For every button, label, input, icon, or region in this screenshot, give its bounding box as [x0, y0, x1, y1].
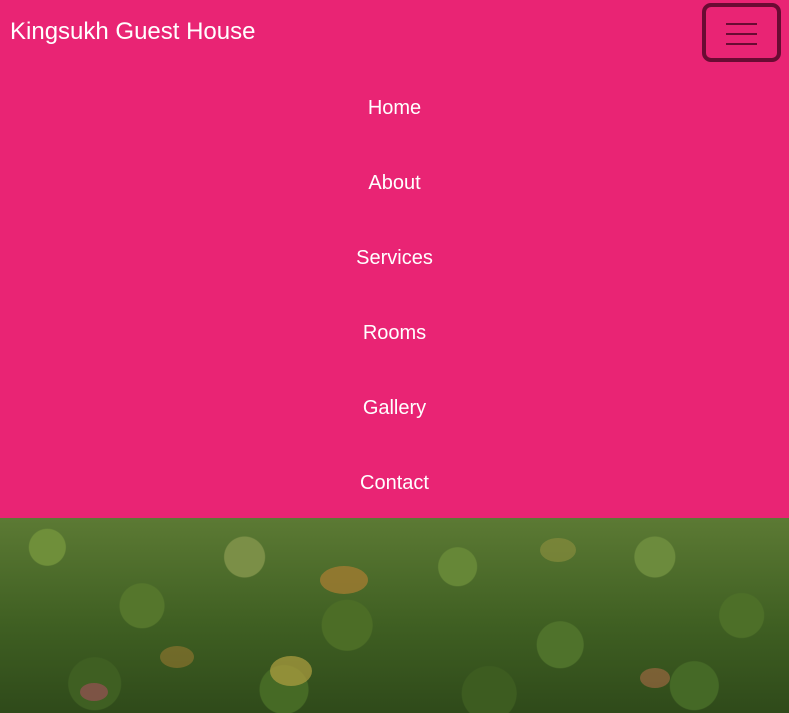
brand-link[interactable]: Kingsukh Guest House — [10, 15, 255, 49]
nav-link-home[interactable]: Home — [368, 97, 421, 119]
green-foliage — [540, 538, 576, 562]
hero-forest-image — [0, 518, 789, 713]
nav-item-contact: Contact — [0, 446, 789, 521]
nav-link-services[interactable]: Services — [356, 247, 433, 269]
autumn-foliage — [320, 566, 368, 594]
brown-foliage — [160, 646, 194, 668]
navbar: Kingsukh Guest House Home About Services… — [0, 0, 789, 518]
nav-item-rooms: Rooms — [0, 296, 789, 371]
nav-link-contact[interactable]: Contact — [360, 472, 429, 494]
nav-link-rooms[interactable]: Rooms — [363, 322, 426, 344]
nav-link-about[interactable]: About — [368, 172, 420, 194]
nav-item-gallery: Gallery — [0, 371, 789, 446]
nav-link-gallery[interactable]: Gallery — [363, 397, 426, 419]
nav-item-home: Home — [0, 71, 789, 146]
nav-item-about: About — [0, 146, 789, 221]
yellow-foliage — [270, 656, 312, 686]
menu-toggle-button[interactable] — [702, 3, 781, 62]
orange-foliage — [640, 668, 670, 688]
nav-item-services: Services — [0, 221, 789, 296]
nav-menu: Home About Services Rooms Gallery Contac… — [0, 71, 789, 521]
red-foliage — [80, 683, 108, 701]
